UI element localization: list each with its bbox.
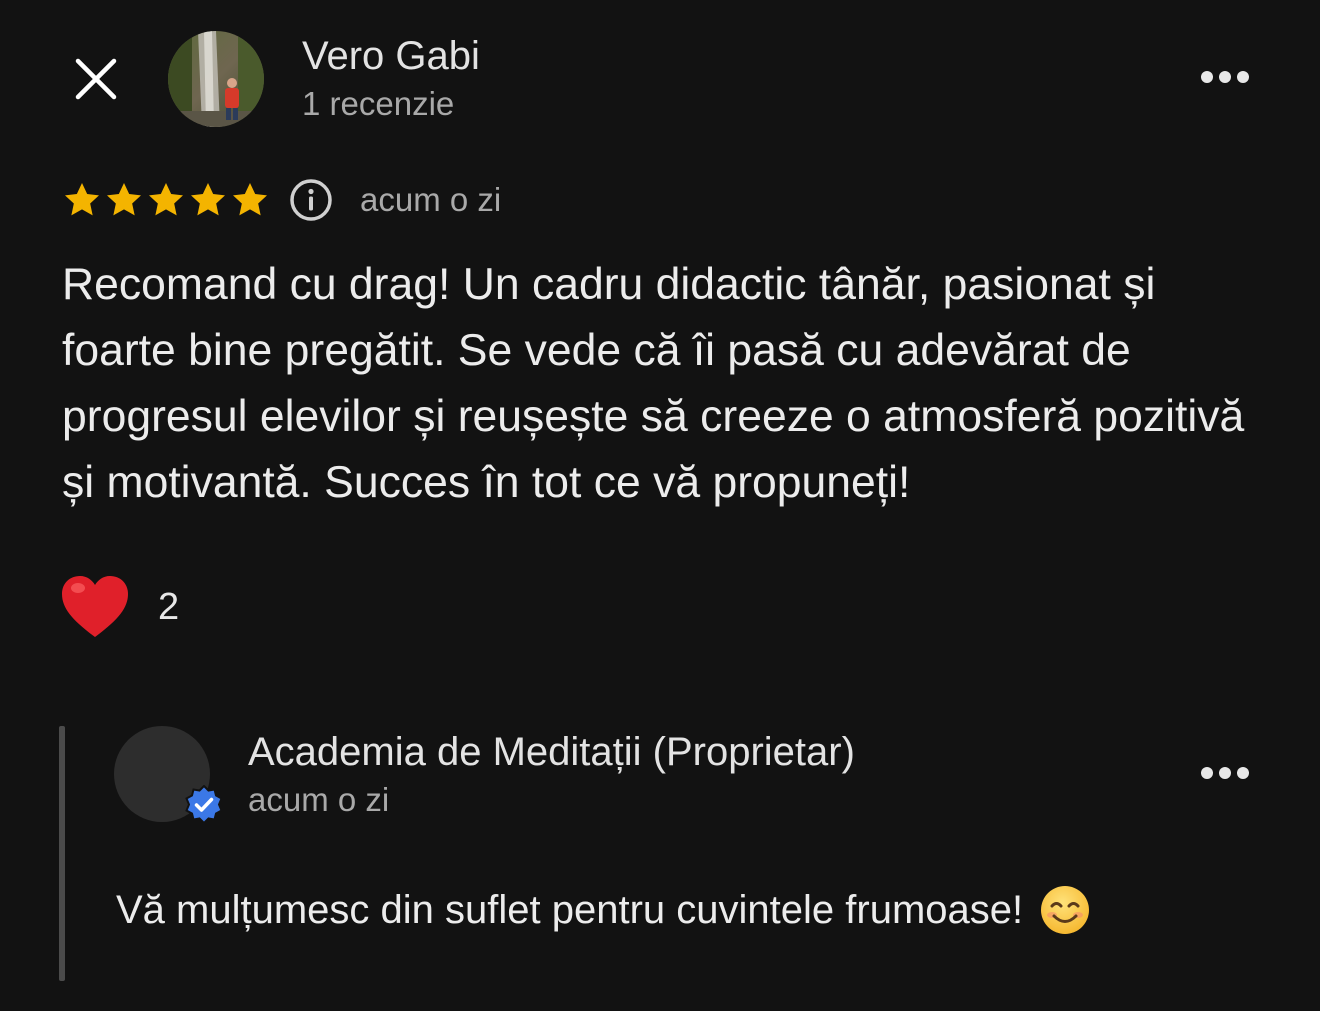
star-icon (107, 183, 141, 216)
info-button[interactable] (288, 177, 334, 223)
reply-divider (59, 726, 65, 981)
reply-time: acum o zi (248, 781, 390, 818)
star-icon (65, 183, 99, 216)
review-detail-page: Vero Gabi 1 recenzie acum o zi Recomand … (0, 0, 1320, 1011)
star-icon (149, 183, 183, 216)
reviewer-review-count: 1 recenzie (302, 85, 455, 122)
close-icon (75, 58, 117, 100)
info-icon (290, 179, 332, 221)
reply-more-button[interactable] (1196, 758, 1254, 788)
verified-badge-icon (185, 785, 223, 825)
reviewer-avatar[interactable] (168, 31, 264, 127)
smiling-face-icon (1041, 886, 1090, 934)
review-time: acum o zi (360, 181, 502, 218)
star-icon (233, 183, 267, 216)
star-rating (62, 180, 270, 220)
owner-name: Academia de Meditații (Proprietar) (248, 730, 855, 774)
reply-text: Vă mulțumesc din suflet pentru cuvintele… (116, 887, 1024, 932)
rating-row: acum o zi (62, 176, 501, 224)
star-icon (191, 183, 225, 216)
reply-text-row: Vă mulțumesc din suflet pentru cuvintele… (116, 880, 1091, 940)
review-more-button[interactable] (1196, 62, 1254, 92)
more-horizontal-icon (1201, 71, 1249, 83)
review-text: Recomand cu drag! Un cadru didactic tână… (62, 260, 1245, 507)
heart-reaction-button[interactable]: 2 (60, 570, 179, 644)
close-button[interactable] (66, 49, 126, 109)
heart-icon (62, 576, 128, 637)
reaction-count: 2 (158, 585, 180, 628)
more-horizontal-icon (1201, 767, 1249, 779)
reviewer-name[interactable]: Vero Gabi (302, 32, 480, 80)
